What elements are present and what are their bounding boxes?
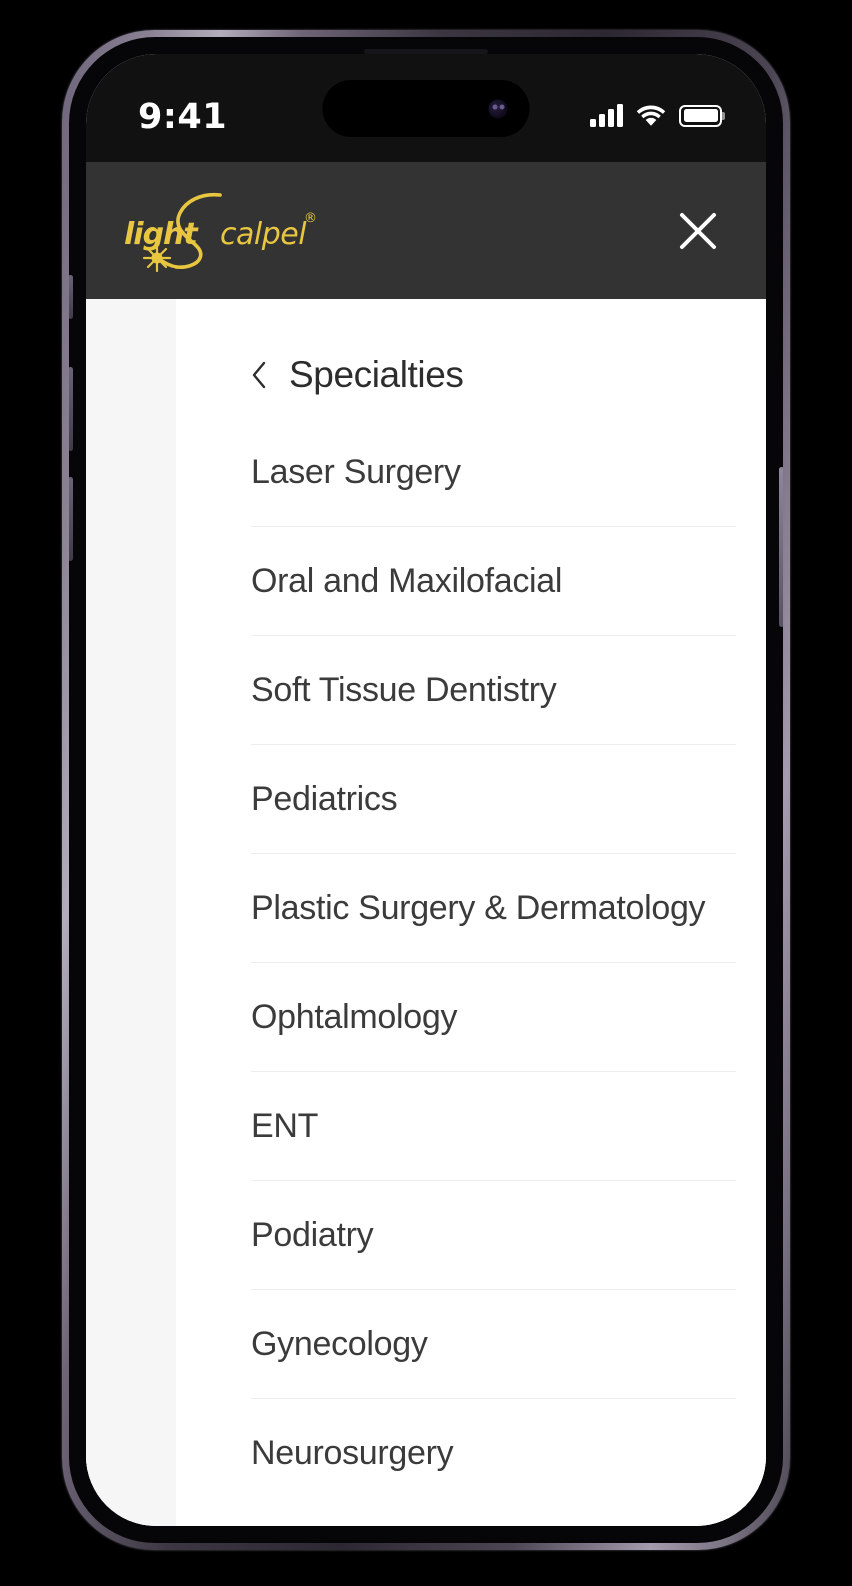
list-item-label: Soft Tissue Dentistry: [251, 670, 557, 709]
list-item-label: Ophtalmology: [251, 997, 458, 1036]
previous-menu-panel[interactable]: [86, 299, 176, 1526]
list-item-label: Pediatrics: [251, 779, 398, 818]
phone-frame: 9:41 light calpel ® Specialties Laser Su…: [62, 30, 790, 1550]
menu-section-title: Specialties: [289, 354, 464, 395]
svg-text:®: ®: [304, 211, 317, 226]
list-item-label: Gynecology: [251, 1324, 428, 1363]
list-item[interactable]: Plastic Surgery & Dermatology: [251, 853, 736, 962]
list-item-label: Oral and Maxilofacial: [251, 561, 563, 600]
list-item[interactable]: Pediatrics: [251, 744, 736, 853]
app-header: light calpel ®: [86, 162, 766, 299]
list-item-label: Laser Surgery: [251, 452, 461, 491]
back-to-specialties[interactable]: Specialties: [251, 299, 736, 417]
list-item[interactable]: Soft Tissue Dentistry: [251, 635, 736, 744]
close-icon: [680, 212, 716, 249]
status-indicators: [590, 100, 722, 127]
list-item[interactable]: Gynecology: [251, 1289, 736, 1398]
list-item-label: ENT: [251, 1106, 319, 1145]
volume-up-button[interactable]: [69, 367, 73, 451]
phone-body: 9:41 light calpel ® Specialties Laser Su…: [69, 37, 783, 1543]
status-bar: 9:41: [86, 54, 766, 162]
svg-text:calpel: calpel: [220, 217, 307, 252]
list-item-label: Podiatry: [251, 1215, 374, 1254]
battery-full-icon: [679, 104, 722, 127]
status-time: 9:41: [138, 97, 228, 137]
front-camera-icon: [488, 99, 508, 118]
close-button[interactable]: [670, 203, 726, 259]
list-item[interactable]: Oral and Maxilofacial: [251, 526, 736, 635]
dynamic-island: [322, 80, 530, 137]
list-item[interactable]: ENT: [251, 1071, 736, 1180]
specialties-menu-panel: Specialties Laser Surgery Oral and Maxil…: [176, 299, 766, 1526]
power-button[interactable]: [779, 467, 783, 627]
lightscalpel-logo[interactable]: light calpel ®: [124, 188, 324, 274]
list-item[interactable]: Ophtalmology: [251, 962, 736, 1071]
menu-body: Specialties Laser Surgery Oral and Maxil…: [86, 299, 766, 1526]
specialties-list: Laser Surgery Oral and Maxilofacial Soft…: [251, 417, 736, 1507]
phone-screen: 9:41 light calpel ® Specialties Laser Su…: [86, 54, 766, 1526]
silent-switch[interactable]: [69, 275, 73, 319]
signal-bars-icon: [590, 103, 623, 127]
list-item-label: Plastic Surgery & Dermatology: [251, 888, 706, 927]
chevron-left-icon: [252, 361, 266, 389]
list-item-label: Neurosurgery: [251, 1433, 454, 1472]
wifi-icon: [636, 105, 666, 126]
list-item[interactable]: Laser Surgery: [251, 417, 736, 526]
svg-text:light: light: [124, 217, 199, 252]
list-item[interactable]: Neurosurgery: [251, 1398, 736, 1507]
volume-down-button[interactable]: [69, 477, 73, 561]
list-item[interactable]: Podiatry: [251, 1180, 736, 1289]
